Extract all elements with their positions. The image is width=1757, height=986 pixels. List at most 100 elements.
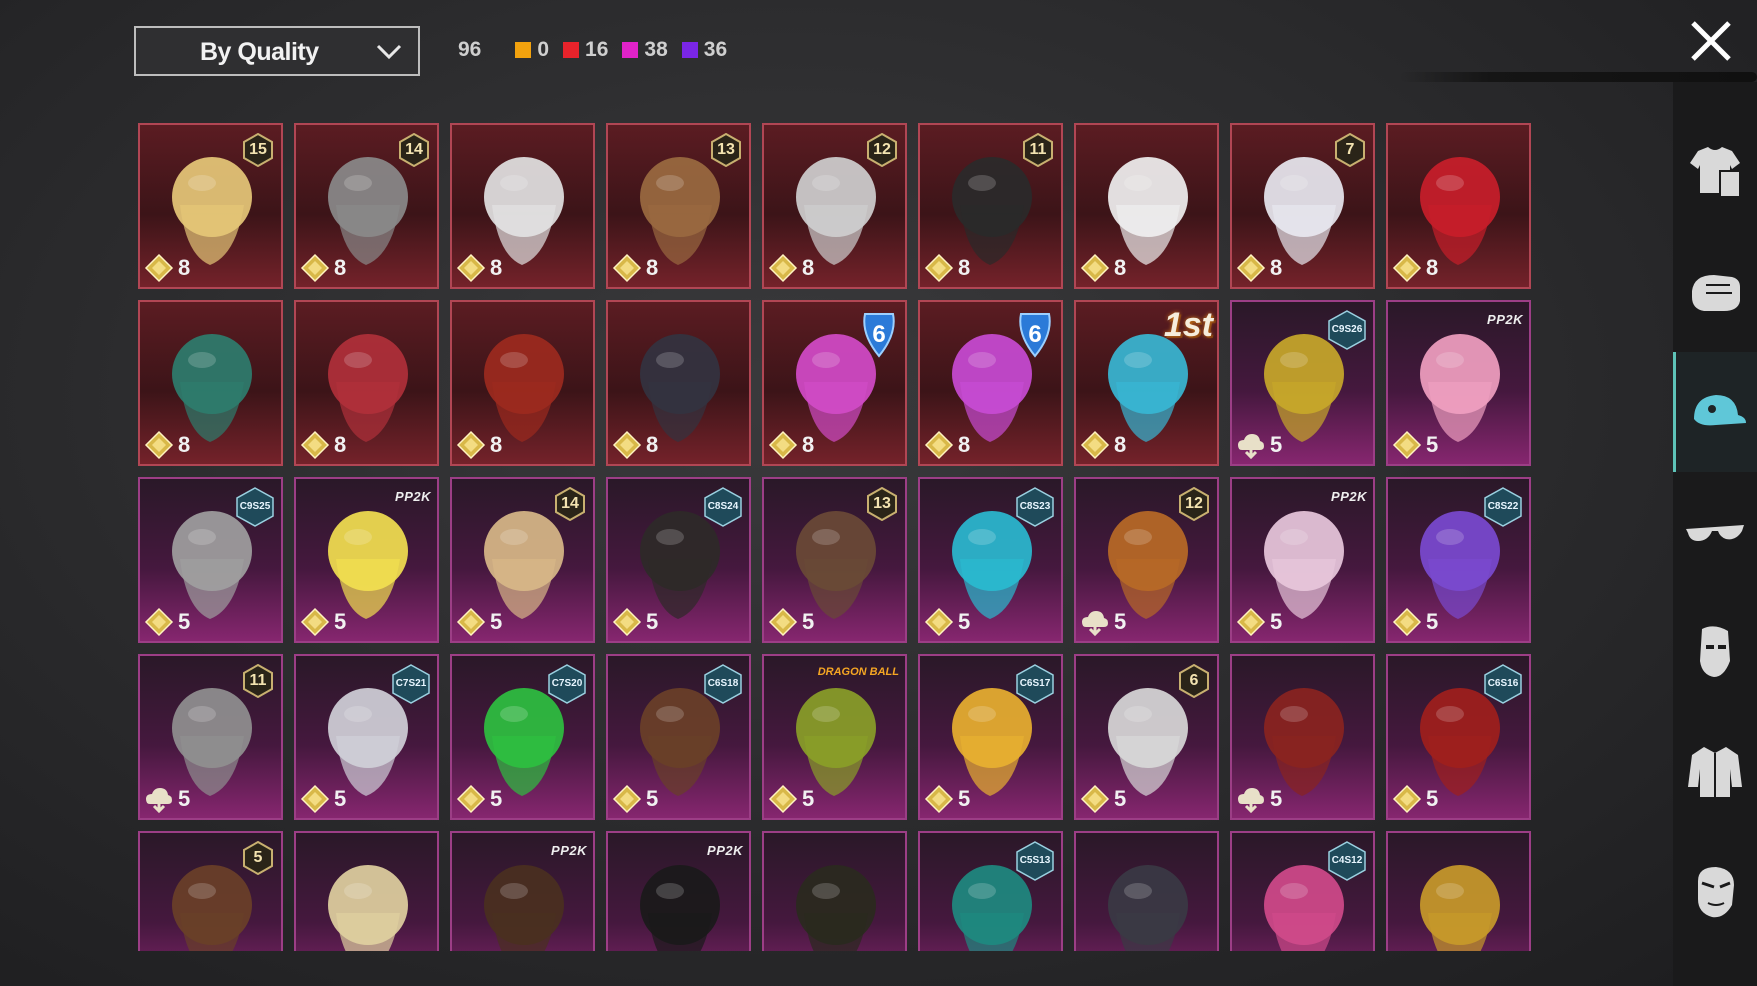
gem-currency-icon — [456, 784, 486, 814]
collab-tag: DRAGON BALL — [817, 666, 899, 678]
category-jacket[interactable] — [1673, 712, 1757, 832]
item-tile[interactable]: 15 8 — [138, 123, 283, 289]
item-tile[interactable] — [1386, 831, 1531, 951]
item-tile[interactable]: 8 — [1074, 123, 1219, 289]
item-image — [1108, 865, 1188, 951]
collab-tag: PP2K — [1487, 312, 1523, 327]
item-cost-value: 5 — [1426, 786, 1439, 811]
item-cost: 8 — [144, 430, 190, 460]
item-cost-value: 8 — [1426, 255, 1439, 280]
item-tile[interactable]: 13 5 — [762, 477, 907, 643]
total-count: 96 — [458, 38, 482, 61]
item-tile[interactable]: 8 — [450, 300, 595, 466]
item-tile[interactable]: 11 8 — [918, 123, 1063, 289]
item-tile[interactable]: 78 — [1230, 123, 1375, 289]
item-cost-value: 8 — [1114, 432, 1127, 457]
item-cost: 8 — [1392, 253, 1438, 283]
item-cost: 8 — [612, 253, 658, 283]
item-tile[interactable]: 68 — [918, 300, 1063, 466]
item-cost: 5 — [1080, 607, 1126, 637]
gem-currency-icon — [300, 253, 330, 283]
item-tile[interactable]: 12 5 — [1074, 477, 1219, 643]
item-cost-value: 8 — [646, 432, 659, 457]
item-tile[interactable]: 8 — [1386, 123, 1531, 289]
category-sidebar — [1673, 82, 1757, 986]
gem-currency-icon — [1236, 607, 1266, 637]
gem-currency-icon — [456, 430, 486, 460]
level-badge: 5 — [253, 849, 263, 866]
category-gloves[interactable] — [1673, 232, 1757, 352]
cap-icon — [1693, 395, 1746, 426]
item-tile[interactable]: C8S24 5 — [606, 477, 751, 643]
item-cost: 8 — [768, 430, 814, 460]
season-badge: C8S22 — [1487, 501, 1519, 512]
item-cost-value: 5 — [490, 786, 503, 811]
item-cost-value: 5 — [1270, 432, 1283, 457]
item-tile[interactable]: PP2K 5 — [1386, 300, 1531, 466]
item-tile[interactable] — [1074, 831, 1219, 951]
gem-currency-icon — [768, 253, 798, 283]
item-cost: 5 — [1236, 784, 1282, 814]
item-image — [796, 865, 876, 951]
first-place-tag: 1st — [1163, 306, 1213, 344]
item-tile[interactable]: 8 — [294, 300, 439, 466]
level-badge: 12 — [1185, 495, 1203, 512]
item-tile[interactable]: 5 — [1230, 654, 1375, 820]
item-tile[interactable]: PP2K — [606, 831, 751, 951]
category-mask[interactable] — [1673, 592, 1757, 712]
item-tile[interactable]: PP2K 5 — [294, 477, 439, 643]
gem-currency-icon — [924, 430, 954, 460]
item-cost: 5 — [144, 784, 190, 814]
item-cost: 5 — [768, 607, 814, 637]
category-headwear[interactable] — [1673, 352, 1757, 472]
gem-currency-icon — [924, 253, 954, 283]
item-tile[interactable]: 8 — [606, 300, 751, 466]
level-badge: 14 — [561, 495, 579, 512]
item-tile[interactable]: C6S16 5 — [1386, 654, 1531, 820]
item-tile[interactable]: 8 — [138, 300, 283, 466]
sort-dropdown[interactable]: By Quality — [134, 26, 420, 76]
item-tile[interactable]: 1st 8 — [1074, 300, 1219, 466]
item-tile[interactable]: C6S18 5 — [606, 654, 751, 820]
item-tile[interactable]: 11 5 — [138, 654, 283, 820]
item-tile[interactable]: 14 8 — [294, 123, 439, 289]
item-tile[interactable]: C9S26 5 — [1230, 300, 1375, 466]
item-cost-value: 8 — [646, 255, 659, 280]
season-badge: C7S20 — [551, 678, 583, 689]
item-cost-value: 5 — [1426, 609, 1439, 634]
item-tile[interactable]: C5S13 — [918, 831, 1063, 951]
item-cost-value: 5 — [958, 609, 971, 634]
item-tile[interactable]: 68 — [762, 300, 907, 466]
item-tile[interactable]: C9S25 5 — [138, 477, 283, 643]
item-tile[interactable]: PP2K 5 — [1230, 477, 1375, 643]
item-tile[interactable]: DRAGON BALL 5 — [762, 654, 907, 820]
item-tile[interactable]: C4S12 — [1230, 831, 1375, 951]
item-tile[interactable] — [762, 831, 907, 951]
item-tile[interactable]: 14 5 — [450, 477, 595, 643]
close-icon[interactable] — [1688, 18, 1734, 64]
item-tile[interactable] — [294, 831, 439, 951]
item-tile[interactable]: C8S22 5 — [1386, 477, 1531, 643]
item-tile[interactable]: C7S20 5 — [450, 654, 595, 820]
category-glasses[interactable] — [1673, 472, 1757, 592]
item-tile[interactable]: C8S23 5 — [918, 477, 1063, 643]
item-tile[interactable]: 13 8 — [606, 123, 751, 289]
item-tile[interactable]: PP2K — [450, 831, 595, 951]
anniversary-badge: 6 — [1028, 321, 1041, 348]
category-face[interactable] — [1673, 832, 1757, 952]
gem-currency-icon — [1392, 430, 1422, 460]
category-outfit[interactable] — [1673, 112, 1757, 232]
item-tile[interactable]: 65 — [1074, 654, 1219, 820]
item-tile[interactable]: C6S17 5 — [918, 654, 1063, 820]
item-cost-value: 5 — [334, 786, 347, 811]
gem-currency-icon — [612, 253, 642, 283]
item-tile[interactable]: 8 — [450, 123, 595, 289]
item-tile[interactable]: 12 8 — [762, 123, 907, 289]
item-tile[interactable]: 5 — [138, 831, 283, 951]
item-tile[interactable]: C7S21 5 — [294, 654, 439, 820]
quality-count-purple: 36 — [681, 38, 727, 62]
anniversary-badge: 6 — [872, 321, 885, 348]
cloud-currency-icon — [1082, 611, 1108, 637]
item-cost: 8 — [612, 430, 658, 460]
gem-currency-icon — [1080, 784, 1110, 814]
